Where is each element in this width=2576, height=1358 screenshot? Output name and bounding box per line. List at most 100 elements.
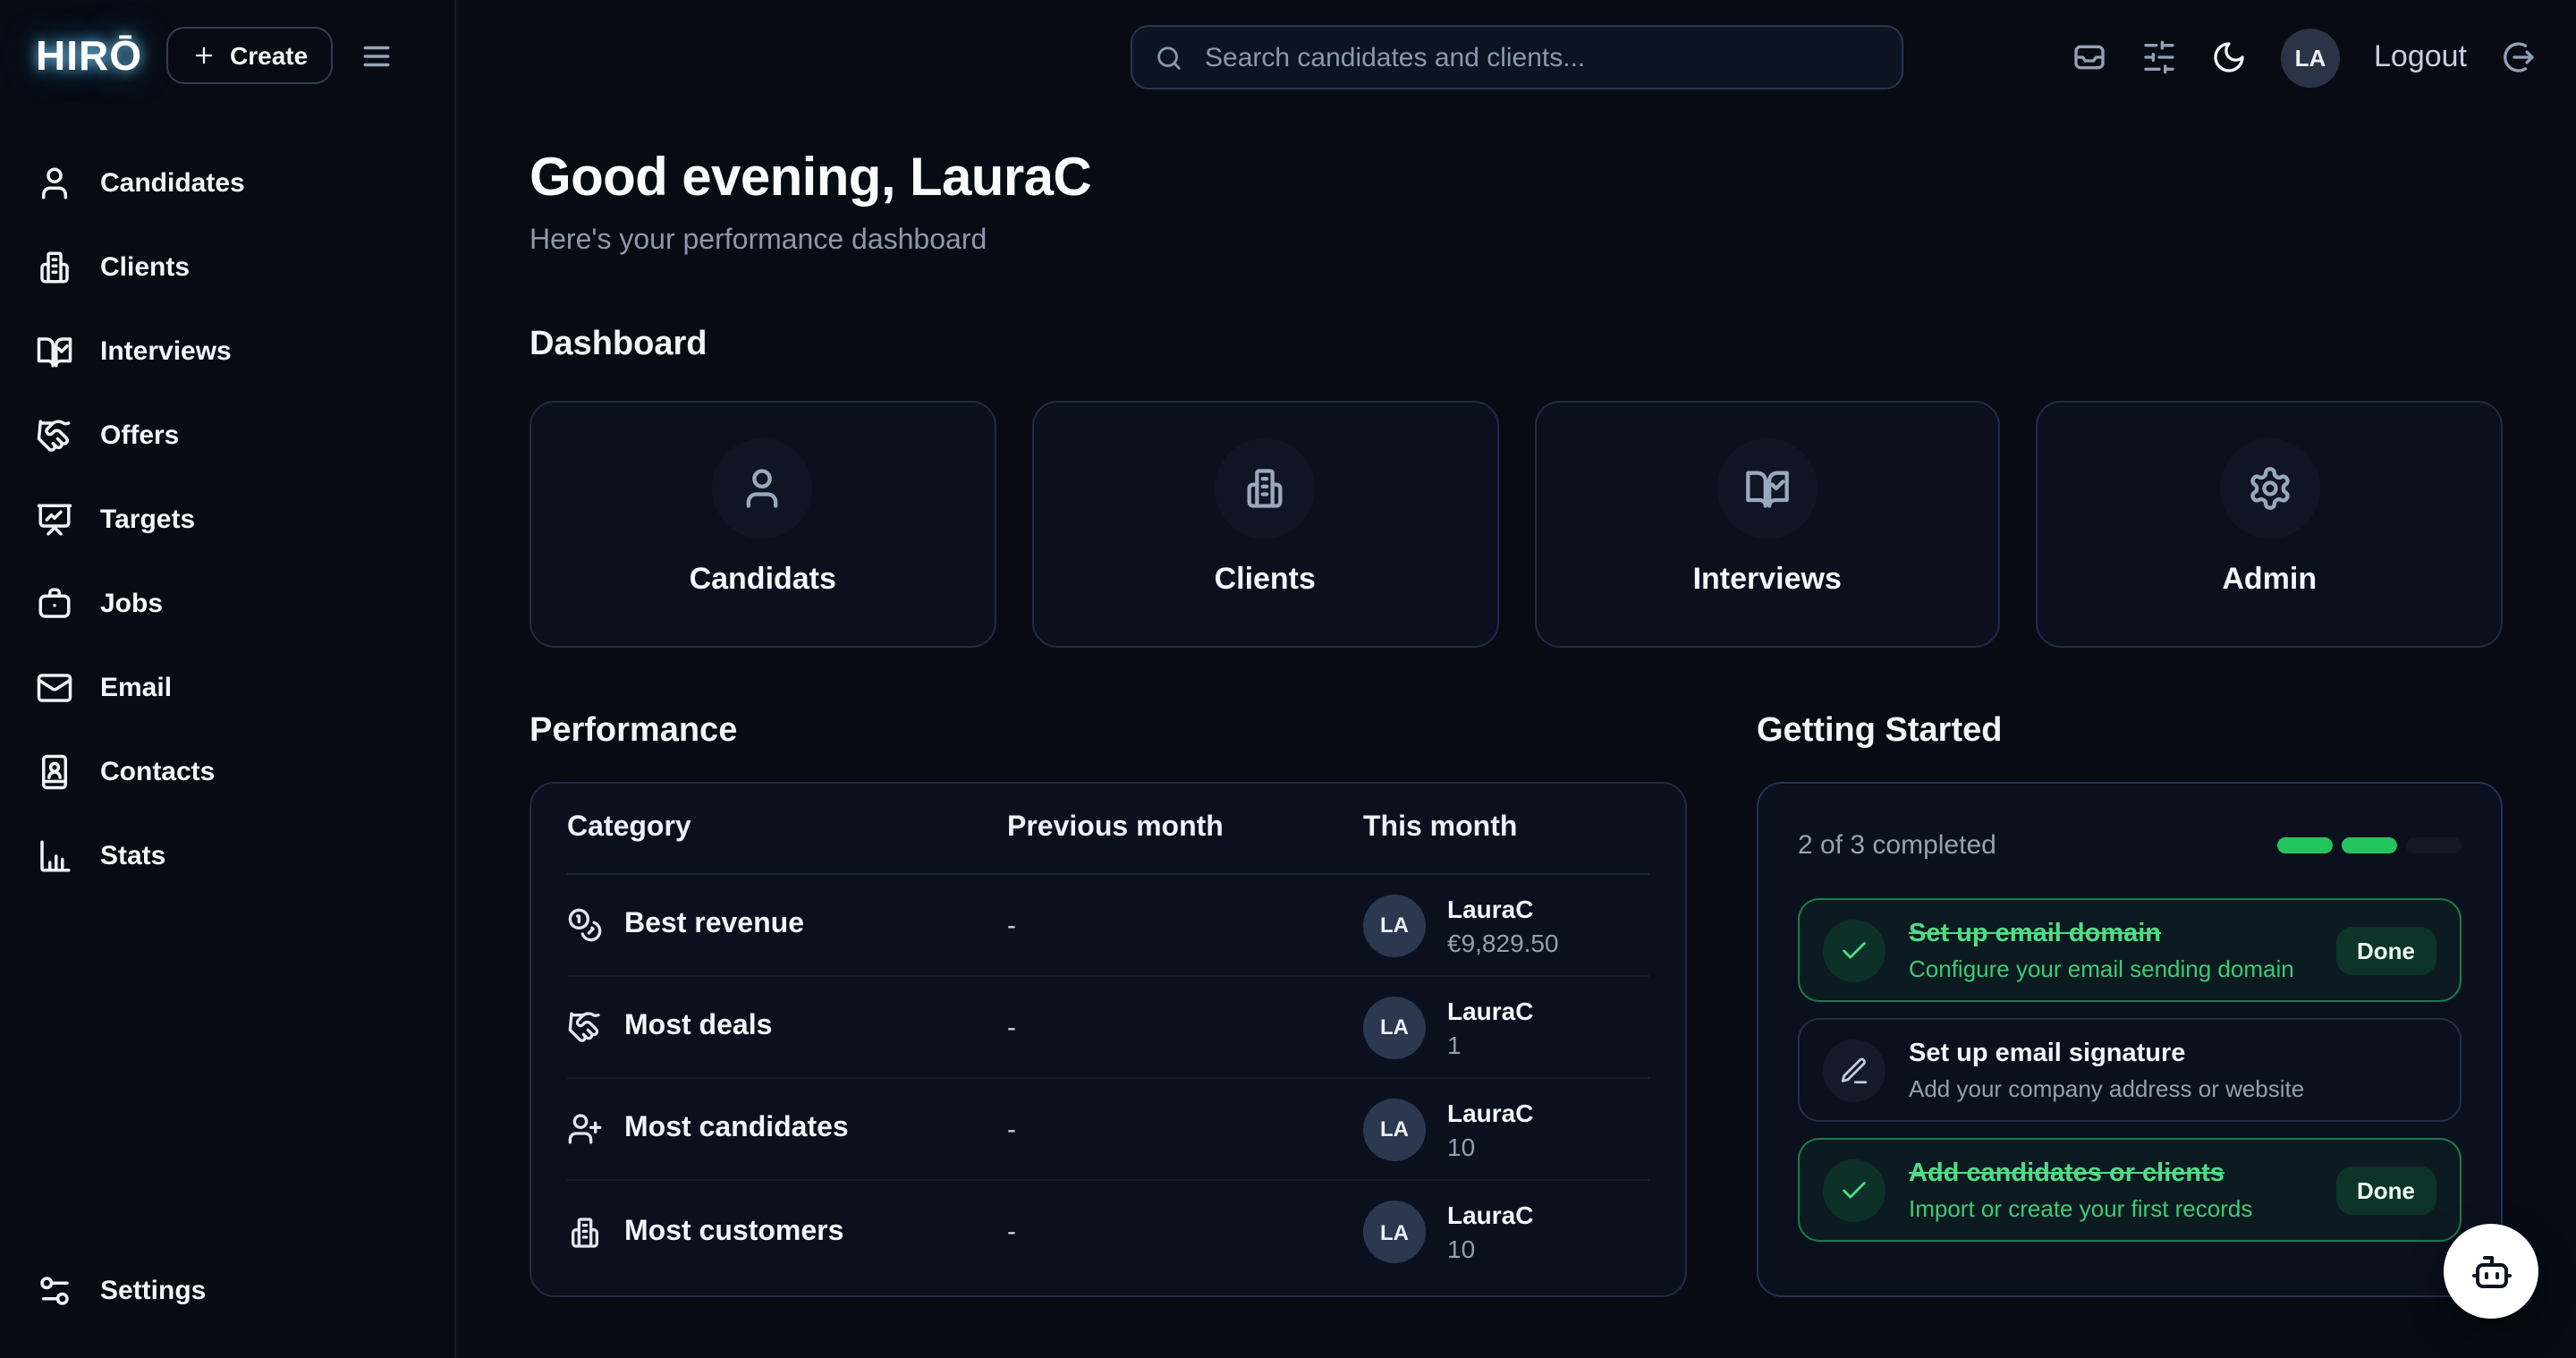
- contact-book-icon: [36, 753, 73, 791]
- progress-segment-complete: [2277, 837, 2333, 853]
- gear-icon: [2219, 438, 2319, 539]
- performance-table: Category Previous month This month Best …: [530, 782, 1687, 1297]
- handshake-icon: [36, 417, 73, 454]
- done-badge: Done: [2335, 1166, 2436, 1214]
- row-avatar: LA: [1363, 1098, 1426, 1160]
- user-icon: [36, 165, 73, 202]
- sidebar-item-label: Targets: [100, 505, 195, 535]
- task-subtitle: Add your company address or website: [1909, 1074, 2304, 1101]
- task-setup-email-domain[interactable]: Set up email domain Configure your email…: [1798, 898, 2462, 1002]
- create-button-label: Create: [230, 41, 308, 70]
- bar-chart-icon: [36, 837, 73, 875]
- dark-mode-moon-icon[interactable]: [2211, 39, 2247, 75]
- hamburger-menu-icon[interactable]: [356, 35, 397, 76]
- sidebar-item-label: Offers: [100, 420, 179, 451]
- sidebar-item-email[interactable]: Email: [0, 646, 454, 730]
- task-setup-email-signature[interactable]: Set up email signature Add your company …: [1798, 1018, 2462, 1122]
- presentation-chart-icon: [36, 501, 73, 539]
- dashboard-section-title: Dashboard: [530, 326, 2503, 365]
- book-check-icon: [1717, 438, 1818, 539]
- row-avatar: LA: [1363, 1201, 1426, 1263]
- sliders-horizontal-icon[interactable]: [2141, 39, 2177, 75]
- row-previous-value: -: [1007, 1012, 1363, 1042]
- robot-icon: [2470, 1250, 2512, 1293]
- task-add-candidates-or-clients[interactable]: Add candidates or clients Import or crea…: [1798, 1138, 2462, 1242]
- task-title: Set up email signature: [1909, 1039, 2304, 1067]
- table-row: Most candidates - LA LauraC 10: [567, 1079, 1649, 1181]
- sidebar-item-label: Interviews: [100, 336, 232, 367]
- sidebar-item-targets[interactable]: Targets: [0, 478, 454, 562]
- row-user-name: LauraC: [1447, 894, 1559, 922]
- row-user-name: LauraC: [1447, 1201, 1533, 1229]
- table-row: Best revenue - LA LauraC €9,829.50: [567, 875, 1649, 977]
- settings-sliders-icon: [36, 1272, 73, 1310]
- getting-started-section: Getting Started 2 of 3 completed: [1757, 712, 2503, 1297]
- sidebar-item-clients[interactable]: Clients: [0, 225, 454, 310]
- card-label: Interviews: [1693, 562, 1842, 598]
- logout-button[interactable]: Logout: [2374, 39, 2467, 75]
- row-user-value: 10: [1447, 1235, 1533, 1263]
- table-header: Category Previous month This month: [567, 784, 1649, 875]
- column-header-category: Category: [567, 812, 1007, 845]
- dashboard-card-interviews[interactable]: Interviews: [1534, 401, 2001, 648]
- progress-bar: [2277, 837, 2462, 853]
- sidebar-item-candidates[interactable]: Candidates: [0, 141, 454, 225]
- user-avatar[interactable]: LA: [2281, 28, 2340, 87]
- user-icon: [713, 438, 813, 539]
- task-subtitle: Import or create your first records: [1909, 1194, 2252, 1221]
- sidebar-item-label: Stats: [100, 841, 165, 871]
- progress-segment-complete: [2342, 837, 2397, 853]
- lower-section: Performance Category Previous month This…: [530, 712, 2503, 1297]
- sidebar-item-offers[interactable]: Offers: [0, 394, 454, 478]
- row-user-name: LauraC: [1447, 1098, 1533, 1126]
- task-list: Set up email domain Configure your email…: [1798, 898, 2462, 1242]
- topbar-actions: LA Logout: [2072, 28, 2537, 87]
- inbox-icon[interactable]: [2072, 39, 2107, 75]
- sidebar-item-contacts[interactable]: Contacts: [0, 730, 454, 814]
- dashboard-card-admin[interactable]: Admin: [2037, 401, 2504, 648]
- main-content: Good evening, LauraC Here's your perform…: [456, 115, 2576, 1358]
- row-category: Most deals: [624, 1011, 772, 1043]
- page-title: Good evening, LauraC: [530, 149, 2503, 209]
- check-icon: [1823, 1159, 1885, 1221]
- sidebar-item-settings[interactable]: Settings: [0, 1249, 454, 1333]
- search-input[interactable]: [1201, 40, 1879, 74]
- search-icon: [1153, 42, 1183, 72]
- sidebar: HIRŌ Create Candidates Clients Interview…: [0, 0, 456, 1358]
- sidebar-item-interviews[interactable]: Interviews: [0, 310, 454, 394]
- sidebar-item-label: Email: [100, 673, 172, 703]
- row-category: Most candidates: [624, 1113, 849, 1145]
- dashboard-cards: Candidats Clients Interviews Admin: [530, 401, 2503, 648]
- dashboard-card-candidates[interactable]: Candidats: [530, 401, 996, 648]
- row-user-value: €9,829.50: [1447, 928, 1559, 956]
- handshake-icon: [567, 1009, 603, 1045]
- performance-section: Performance Category Previous month This…: [530, 712, 1687, 1297]
- sidebar-footer: Settings: [0, 1242, 454, 1358]
- dashboard-card-clients[interactable]: Clients: [1032, 401, 1499, 648]
- card-label: Candidats: [690, 562, 836, 598]
- topbar: LA Logout: [456, 0, 2576, 115]
- sidebar-header: HIRŌ Create: [0, 0, 454, 98]
- global-search[interactable]: [1130, 25, 1902, 89]
- card-label: Clients: [1215, 562, 1316, 598]
- building-icon: [567, 1214, 603, 1250]
- plus-icon: [191, 43, 216, 68]
- progress-label: 2 of 3 completed: [1798, 830, 1996, 861]
- getting-started-title: Getting Started: [1757, 712, 2503, 751]
- book-check-icon: [36, 333, 73, 370]
- getting-started-card: 2 of 3 completed: [1757, 782, 2503, 1297]
- assistant-fab-button[interactable]: [2444, 1224, 2538, 1319]
- sidebar-nav: Candidates Clients Interviews Offers Tar…: [0, 141, 454, 898]
- task-title: Set up email domain: [1909, 919, 2294, 947]
- pencil-icon: [1823, 1039, 1885, 1101]
- logout-icon[interactable]: [2501, 39, 2537, 75]
- sidebar-item-jobs[interactable]: Jobs: [0, 562, 454, 646]
- check-icon: [1823, 919, 1885, 981]
- task-title: Add candidates or clients: [1909, 1159, 2252, 1187]
- app-logo: HIRŌ: [36, 31, 142, 80]
- sidebar-item-stats[interactable]: Stats: [0, 814, 454, 898]
- table-row: Most customers - LA LauraC 10: [567, 1181, 1649, 1283]
- done-badge: Done: [2335, 926, 2436, 974]
- create-button[interactable]: Create: [165, 27, 333, 84]
- sidebar-item-label: Clients: [100, 252, 190, 283]
